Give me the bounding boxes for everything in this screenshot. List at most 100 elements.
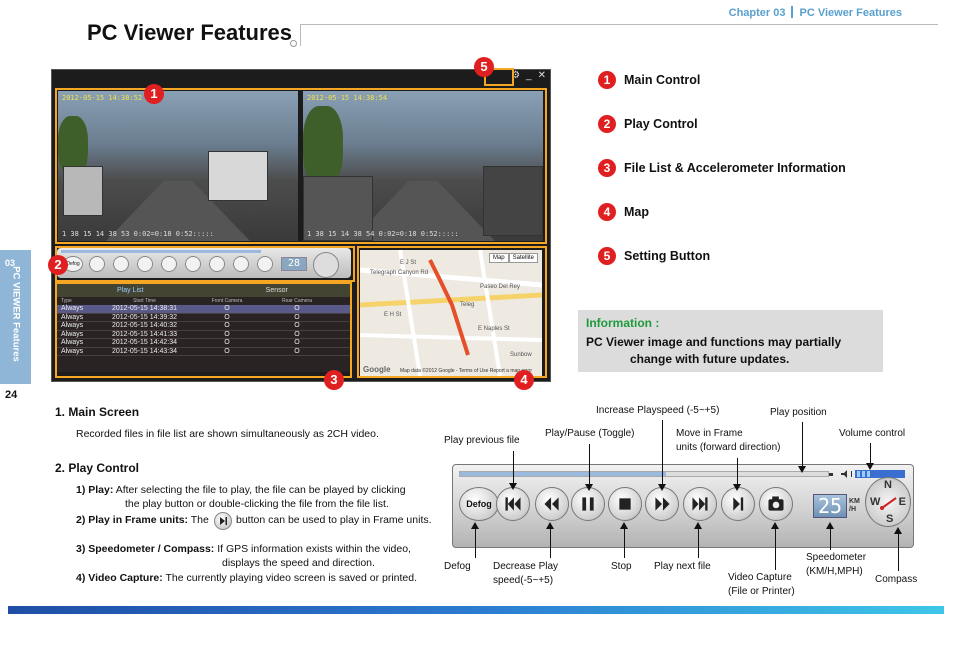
chapter-header: Chapter 03 PC Viewer Features xyxy=(729,6,902,19)
table-cell: O xyxy=(224,339,230,346)
rear-overlay-text: 1 38 15 14 38 54 0:02=0:18 0:52::::: xyxy=(307,230,459,238)
video-capture-button[interactable] xyxy=(759,487,793,521)
mini-frame-icon[interactable] xyxy=(233,256,249,272)
frame-desc-pre: The xyxy=(190,514,209,526)
badge-5: 5 xyxy=(474,57,494,77)
decrease-speed-icon xyxy=(544,497,559,511)
frame-step-icon xyxy=(214,512,232,530)
speed-desc-label: 3) Speedometer / Compass: xyxy=(76,543,215,555)
pointer-line xyxy=(698,528,699,558)
arrow-up-icon xyxy=(471,522,479,529)
compass: N W E S xyxy=(865,477,911,527)
speed-desc-line2: displays the speed and direction. xyxy=(222,557,375,569)
mini-pause-icon[interactable] xyxy=(137,256,153,272)
file-list-header: Type Start Time Front Camera Rear Camera xyxy=(57,297,350,305)
callout-stop: Stop xyxy=(611,561,632,572)
arrow-down-icon xyxy=(585,484,593,491)
mini-slower-icon[interactable] xyxy=(113,256,129,272)
badge-1: 1 xyxy=(144,84,164,104)
chapter-divider xyxy=(791,6,794,18)
callout-compass: Compass xyxy=(875,574,918,585)
table-cell: O xyxy=(224,305,230,312)
play-position-marker[interactable] xyxy=(829,473,833,476)
title-decoration xyxy=(290,40,297,47)
badge-4: 4 xyxy=(514,370,534,390)
front-overlay-text: 1 38 15 14 38 53 0:02=0:18 0:52::::: xyxy=(62,230,214,238)
legend-badge: 1 xyxy=(598,71,616,89)
map-view[interactable]: Telegraph Canyon Rd Paseo Del Rey E J St… xyxy=(360,250,542,376)
increase-speed-button[interactable] xyxy=(645,487,679,521)
legend-main-control: 1 Main Control xyxy=(598,71,700,89)
legend-label: Map xyxy=(624,205,649,219)
map-street-label: Paseo Del Rey xyxy=(480,284,521,290)
increase-speed-icon xyxy=(655,497,670,511)
frame-desc-post: button can be used to play in Frame unit… xyxy=(236,514,432,526)
mini-stop-icon[interactable] xyxy=(161,256,177,272)
mini-faster-icon[interactable] xyxy=(185,256,201,272)
stop-button[interactable] xyxy=(608,487,642,521)
play-position-slider[interactable] xyxy=(459,471,829,477)
table-row[interactable]: Always 2012-05-15 14:39:32 O O xyxy=(57,314,350,322)
table-row[interactable]: Always 2012-05-15 14:43:34 O O xyxy=(57,347,350,356)
table-row[interactable]: Always 2012-05-15 14:38:31 O O xyxy=(57,305,350,314)
callout-play-pause: Play/Pause (Toggle) xyxy=(545,428,635,439)
table-cell: O xyxy=(294,322,300,329)
callout-capture-line1: Video Capture xyxy=(728,572,792,583)
close-icon[interactable]: ✕ xyxy=(538,70,546,81)
table-cell: O xyxy=(294,305,300,312)
mini-camera-icon[interactable] xyxy=(257,256,273,272)
pointer-line xyxy=(775,528,776,570)
legend-label: File List & Accelerometer Information xyxy=(624,161,846,175)
file-list-rows: Always 2012-05-15 14:38:31 O O Always 2012-05… xyxy=(57,305,350,356)
frame-forward-button[interactable] xyxy=(721,487,755,521)
side-tab-label: PC VIEWER Features xyxy=(10,266,22,362)
camera-icon xyxy=(768,496,784,511)
play-desc-label: 1) Play: xyxy=(76,484,114,496)
play-desc: 1) Play: After selecting the file to pla… xyxy=(76,484,406,496)
callout-decrease-line1: Decrease Play xyxy=(493,561,559,572)
information-title: Information : xyxy=(586,316,660,330)
satellite-button[interactable]: Satellite xyxy=(508,253,538,263)
map-button[interactable]: Map xyxy=(488,253,509,263)
badge-3: 3 xyxy=(324,370,344,390)
map-credit-text[interactable]: Map data ©2012 Google - Terms of Use xyxy=(400,368,488,374)
tab-play-list[interactable]: Play List xyxy=(57,284,204,297)
play-previous-file-icon xyxy=(505,497,521,511)
frame-forward-icon xyxy=(733,497,744,511)
legend-badge: 4 xyxy=(598,203,616,221)
speed-desc: 3) Speedometer / Compass: If GPS informa… xyxy=(76,543,411,555)
table-row[interactable]: Always 2012-05-15 14:41:33 O O xyxy=(57,330,350,339)
information-line1: PC Viewer image and functions may partia… xyxy=(586,335,842,349)
pointer-line xyxy=(589,444,590,484)
front-camera-video: 2012-05-15 14:38:52 1 38 15 14 38 53 0:0… xyxy=(58,91,298,241)
arrow-down-icon xyxy=(866,463,874,470)
pointer-line xyxy=(898,533,899,571)
pointer-line xyxy=(802,422,803,467)
legend-badge: 5 xyxy=(598,247,616,265)
play-pause-button[interactable] xyxy=(571,487,605,521)
mini-play-control: Defog 28 xyxy=(57,248,351,278)
table-cell: O xyxy=(294,339,300,346)
callout-volume: Volume control xyxy=(839,428,906,439)
callout-decrease-speed: Decrease Play speed(-5~+5) xyxy=(493,560,558,588)
mini-progress[interactable] xyxy=(61,250,261,253)
chapter-number: Chapter 03 xyxy=(728,7,786,19)
col-front-camera: Front Camera xyxy=(211,298,243,304)
mini-prev-file-icon[interactable] xyxy=(89,256,105,272)
callout-capture-line2: (File or Printer) xyxy=(728,586,795,597)
tab-sensor[interactable]: Sensor xyxy=(204,284,351,297)
table-cell: Always xyxy=(61,330,84,338)
mini-next-file-icon[interactable] xyxy=(209,256,225,272)
decrease-speed-button[interactable] xyxy=(535,487,569,521)
table-row[interactable]: Always 2012-05-15 14:40:32 O O xyxy=(57,322,350,331)
minimize-icon[interactable]: _ xyxy=(526,70,532,81)
legend-file-list: 3 File List & Accelerometer Information xyxy=(598,159,846,177)
play-previous-file-button[interactable] xyxy=(496,487,530,521)
table-row[interactable]: Always 2012-05-15 14:42:34 O O xyxy=(57,339,350,348)
front-timestamp: 2012-05-15 14:38:52 xyxy=(62,94,143,102)
defog-button[interactable]: Defog xyxy=(459,487,499,521)
play-desc-line2: the play button or double-clicking the f… xyxy=(125,498,389,510)
play-next-file-button[interactable] xyxy=(683,487,717,521)
map-street-label: Sunbow xyxy=(510,352,532,358)
table-cell: O xyxy=(294,347,300,355)
